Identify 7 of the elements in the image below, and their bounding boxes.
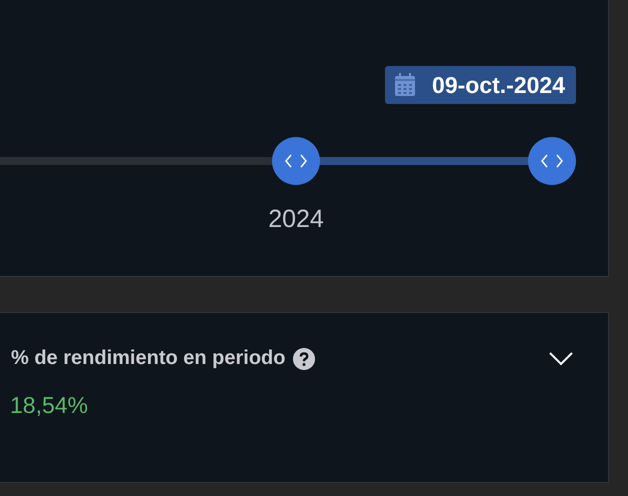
- panel-title: % de rendimiento en periodo: [11, 347, 286, 370]
- calendar-icon: [394, 73, 416, 97]
- chevron-icon[interactable]: [548, 350, 574, 366]
- date-badge[interactable]: 09-oct.-2024: [385, 66, 576, 104]
- return-value: 18,54%: [9, 391, 88, 419]
- help-icon[interactable]: [293, 348, 316, 370]
- year-label: 2024: [268, 205, 324, 234]
